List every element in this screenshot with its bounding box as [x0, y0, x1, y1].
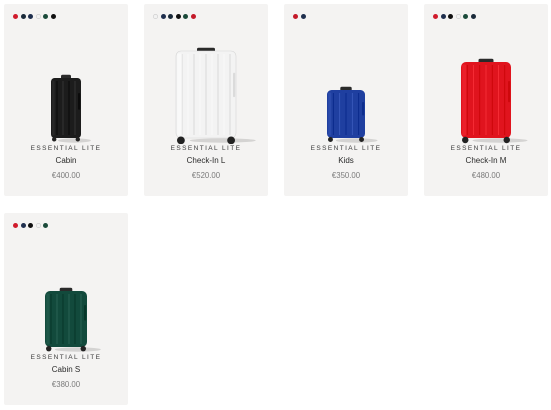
color-swatch[interactable] — [43, 14, 48, 19]
suitcase-illustration — [461, 58, 528, 144]
product-price: €380.00 — [51, 380, 81, 389]
suitcase-wheel — [177, 136, 185, 144]
color-swatch[interactable] — [20, 223, 26, 228]
suitcase-shadow — [335, 138, 378, 143]
product-image[interactable] — [4, 235, 128, 353]
color-swatch[interactable] — [13, 14, 18, 19]
suitcase-side-handle — [233, 72, 236, 98]
color-swatch[interactable] — [43, 223, 48, 228]
product-price: €480.00 — [471, 171, 501, 180]
suitcase-wheel — [462, 136, 469, 144]
color-swatches — [13, 14, 56, 20]
suitcase-side-handle — [362, 102, 365, 116]
color-swatch[interactable] — [168, 14, 173, 19]
suitcase-wheel — [227, 136, 235, 144]
suitcase-wheel — [80, 345, 86, 352]
product-collection: ESSENTIAL LITE — [30, 145, 102, 152]
suitcase-shadow — [472, 138, 528, 143]
suitcase-shadow — [54, 347, 101, 352]
color-swatches — [293, 14, 306, 20]
color-swatches — [433, 14, 476, 20]
suitcase-highlight — [52, 80, 55, 136]
color-swatch[interactable] — [293, 14, 298, 19]
product-name[interactable]: Check-In M — [424, 156, 548, 165]
product-image[interactable] — [4, 26, 128, 144]
color-swatch[interactable] — [433, 14, 438, 19]
suitcase-wheel — [359, 137, 364, 142]
product-card-cabin[interactable]: ESSENTIAL LITE Cabin €400.00 — [4, 4, 128, 196]
suitcase-highlight — [328, 92, 332, 136]
color-swatch[interactable] — [183, 14, 188, 19]
suitcase-highlight — [462, 64, 467, 136]
product-price: €350.00 — [331, 171, 361, 180]
color-swatch[interactable] — [153, 14, 158, 19]
color-swatch[interactable] — [440, 14, 446, 19]
suitcase-wheel — [46, 345, 52, 352]
suitcase-wheel — [52, 137, 57, 142]
product-collection: ESSENTIAL LITE — [310, 145, 382, 152]
product-grid: ESSENTIAL LITE Cabin €400.00 ESSENTIAL L… — [0, 0, 551, 410]
suitcase-side-handle — [84, 305, 87, 321]
color-swatch[interactable] — [50, 14, 56, 19]
suitcase-side-handle — [78, 93, 81, 110]
suitcase-wheel — [503, 136, 510, 144]
product-card-check-in-l[interactable]: ESSENTIAL LITE Check-In L €520.00 — [144, 4, 268, 196]
color-swatch[interactable] — [28, 14, 33, 19]
product-collection: ESSENTIAL LITE — [30, 354, 102, 361]
product-price: €400.00 — [51, 171, 81, 180]
suitcase-wheel — [75, 137, 81, 142]
color-swatch[interactable] — [35, 223, 41, 228]
color-swatch[interactable] — [175, 14, 181, 19]
color-swatch[interactable] — [463, 14, 468, 19]
product-name[interactable]: Check-In L — [144, 156, 268, 165]
color-swatches — [13, 223, 48, 229]
color-swatch[interactable] — [35, 14, 41, 19]
suitcase-shadow — [57, 138, 91, 143]
suitcase-illustration — [45, 287, 101, 352]
color-swatch[interactable] — [160, 14, 166, 19]
product-image[interactable] — [144, 26, 268, 144]
product-collection: ESSENTIAL LITE — [450, 145, 522, 152]
product-image[interactable] — [424, 26, 548, 144]
suitcase-illustration — [51, 74, 91, 143]
product-name[interactable]: Kids — [284, 156, 408, 165]
color-swatch[interactable] — [455, 14, 461, 19]
color-swatch[interactable] — [20, 14, 26, 19]
color-swatch[interactable] — [13, 223, 18, 228]
suitcase-body — [51, 78, 81, 138]
product-collection: ESSENTIAL LITE — [170, 145, 242, 152]
color-swatch[interactable] — [300, 14, 306, 19]
suitcase-shadow — [189, 138, 256, 143]
suitcase-illustration — [327, 86, 378, 143]
suitcase-side-handle — [508, 81, 511, 103]
product-card-check-in-m[interactable]: ESSENTIAL LITE Check-In M €480.00 — [424, 4, 548, 196]
product-card-kids[interactable]: ESSENTIAL LITE Kids €350.00 — [284, 4, 408, 196]
suitcase-wheel — [328, 137, 333, 142]
suitcase-illustration — [175, 47, 256, 144]
color-swatch[interactable] — [470, 14, 476, 19]
color-swatch[interactable] — [448, 14, 453, 19]
product-card-cabin-s[interactable]: ESSENTIAL LITE Cabin S €380.00 — [4, 213, 128, 405]
product-price: €520.00 — [191, 171, 221, 180]
product-name[interactable]: Cabin S — [4, 365, 128, 374]
product-name[interactable]: Cabin — [4, 156, 128, 165]
suitcase-highlight — [177, 53, 182, 136]
product-image[interactable] — [284, 26, 408, 144]
color-swatch[interactable] — [28, 223, 33, 228]
color-swatch[interactable] — [190, 14, 196, 19]
suitcase-highlight — [46, 293, 50, 345]
color-swatches — [153, 14, 196, 20]
